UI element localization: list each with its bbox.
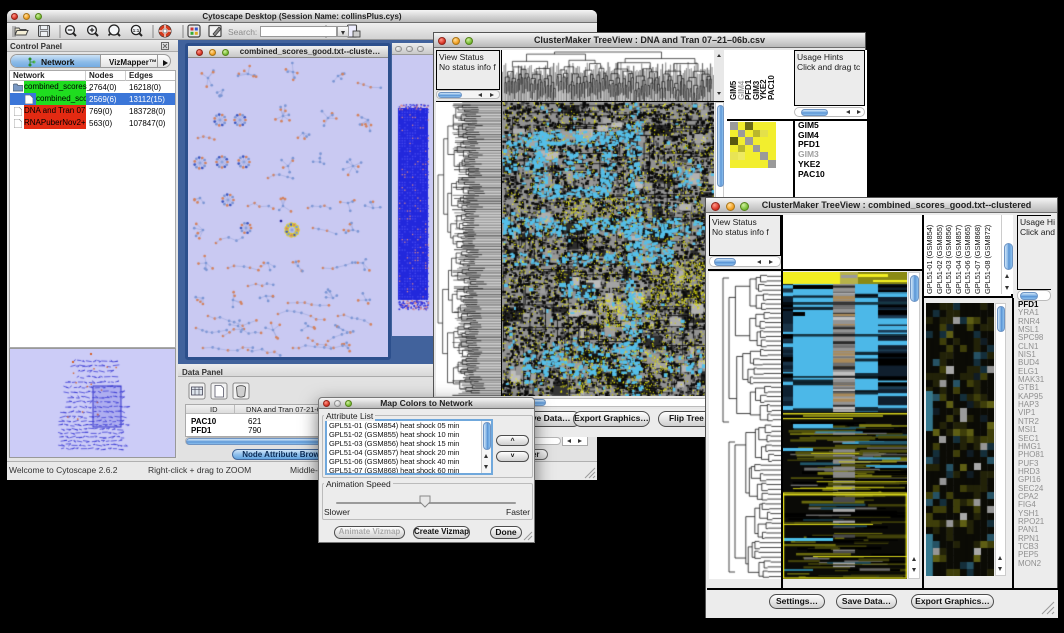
svg-text:1:1: 1:1 (133, 28, 140, 33)
